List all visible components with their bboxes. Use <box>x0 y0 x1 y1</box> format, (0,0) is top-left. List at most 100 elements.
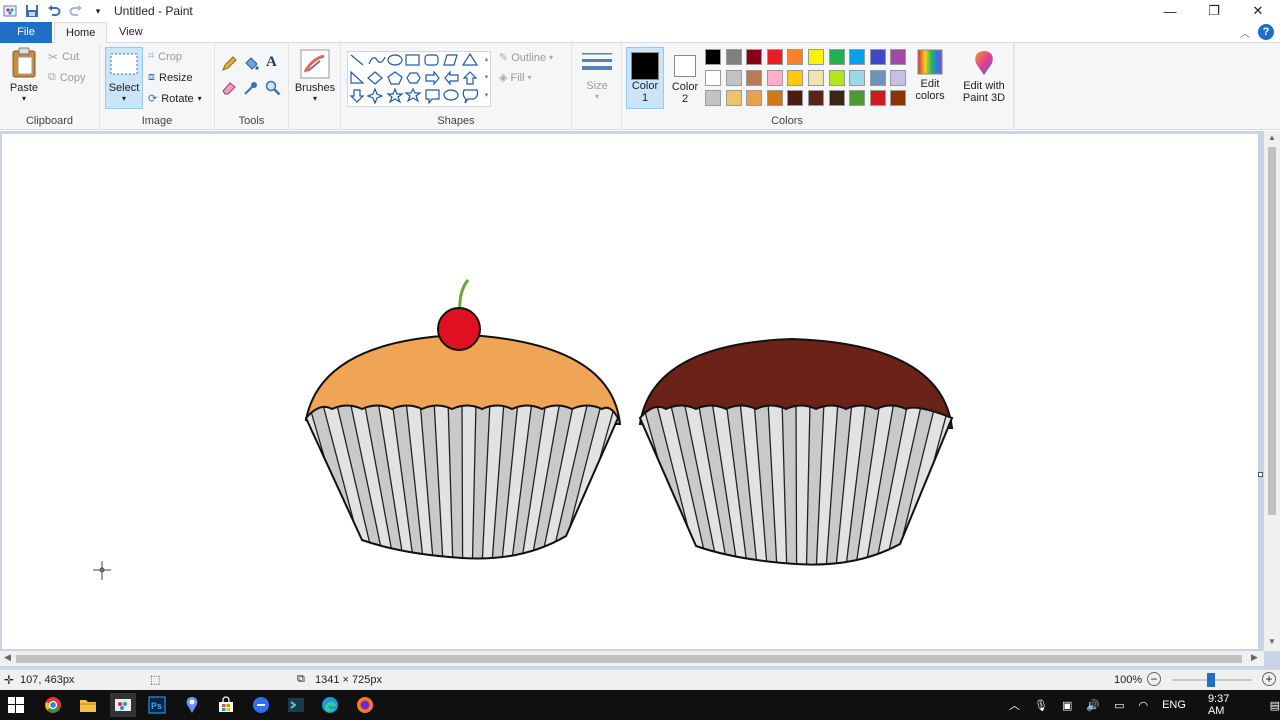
notifications-icon[interactable]: ▤ <box>1270 699 1280 712</box>
customize-qat-icon[interactable]: ▾ <box>90 3 106 19</box>
palette-swatch[interactable] <box>849 49 866 65</box>
palette-swatch[interactable] <box>808 90 824 106</box>
palette-swatch[interactable] <box>787 69 804 86</box>
palette-swatch[interactable] <box>766 69 783 86</box>
paste-button[interactable]: Paste ▾ <box>6 47 42 105</box>
palette-swatch[interactable] <box>705 69 721 86</box>
scroll-right-icon[interactable]: ▶ <box>1251 652 1258 663</box>
palette-swatch[interactable] <box>828 90 845 106</box>
tab-view[interactable]: View <box>108 22 154 44</box>
palette-swatch[interactable] <box>705 49 721 65</box>
palette-swatch[interactable] <box>869 49 886 65</box>
color-picker-icon[interactable] <box>243 80 259 96</box>
scroll-left-icon[interactable]: ◀ <box>4 652 11 663</box>
color1-button[interactable]: Color 1 <box>626 47 664 109</box>
battery-icon[interactable]: ▭ <box>1114 699 1124 712</box>
palette-swatch[interactable] <box>808 69 824 86</box>
palette-swatch[interactable] <box>890 90 907 106</box>
eraser-icon[interactable] <box>221 80 237 96</box>
drawing-canvas[interactable] <box>2 134 1263 649</box>
chrome-icon[interactable] <box>41 693 65 717</box>
terminal-icon[interactable] <box>284 693 308 717</box>
select-button[interactable]: Select ▾ <box>105 47 143 109</box>
horizontal-scroll-thumb[interactable] <box>16 655 1242 663</box>
palette-swatch[interactable] <box>766 49 783 65</box>
firefox-icon[interactable] <box>353 693 377 717</box>
shapes-scroll[interactable]: ▴ ▾ ▾ <box>482 51 491 107</box>
palette-swatch[interactable] <box>828 69 845 86</box>
brushes-button[interactable]: Brushes ▾ <box>293 49 337 103</box>
edit-with-paint3d-button[interactable]: Edit with Paint 3D <box>958 49 1010 104</box>
close-button[interactable]: ✕ <box>1236 0 1280 22</box>
resize-button[interactable]: ⧈ Resize <box>148 71 193 84</box>
outline-button[interactable]: ✎ Outline ▾ <box>499 51 553 65</box>
save-icon[interactable] <box>24 3 40 19</box>
vertical-scrollbar[interactable]: ▲ ▼ <box>1264 131 1280 651</box>
microphone-icon[interactable]: 🎙 <box>1034 699 1048 712</box>
color2-button[interactable]: Color 2 <box>666 47 704 109</box>
palette-swatch[interactable] <box>849 90 866 106</box>
cut-button[interactable]: ✂ Cut <box>48 50 79 64</box>
horizontal-scrollbar[interactable]: ◀ ▶ <box>0 651 1264 666</box>
palette-swatch[interactable] <box>746 69 763 86</box>
palette-swatch[interactable] <box>849 69 866 86</box>
maps-pin-icon[interactable] <box>180 693 204 717</box>
clock[interactable]: 9:37 AM <box>1208 693 1248 717</box>
file-explorer-icon[interactable] <box>76 693 100 717</box>
fill-button[interactable]: ◈ Fill ▾ <box>499 71 532 85</box>
photoshop-icon[interactable]: Ps <box>145 693 169 717</box>
paint-taskbar-icon[interactable] <box>110 693 136 717</box>
chat-app-icon[interactable] <box>249 693 273 717</box>
palette-swatch[interactable] <box>828 49 845 65</box>
store-icon[interactable] <box>214 693 238 717</box>
wifi-icon[interactable]: ◠ <box>1138 699 1148 712</box>
tab-file[interactable]: File <box>0 22 52 43</box>
paint-app-icon[interactable] <box>2 3 18 19</box>
restore-button[interactable]: ❐ <box>1192 0 1236 22</box>
pencil-icon[interactable] <box>221 56 237 72</box>
edge-icon[interactable] <box>318 693 342 717</box>
help-icon[interactable]: ? <box>1258 24 1274 40</box>
palette-swatch[interactable] <box>890 69 907 86</box>
rotate-button[interactable]: ⟳ Rotate ▾ <box>148 92 202 106</box>
undo-icon[interactable] <box>46 3 62 19</box>
zoom-in-button[interactable]: + <box>1262 672 1276 686</box>
tab-home[interactable]: Home <box>54 22 108 44</box>
palette-swatch[interactable] <box>869 90 886 106</box>
palette-swatch[interactable] <box>808 49 824 65</box>
magnifier-icon[interactable] <box>265 80 281 96</box>
palette-swatch[interactable] <box>725 49 742 65</box>
palette-swatch[interactable] <box>725 69 742 86</box>
redo-icon[interactable] <box>68 3 84 19</box>
crop-button[interactable]: ⌗ Crop <box>148 50 182 63</box>
meet-now-icon[interactable]: ▣ <box>1062 699 1072 712</box>
start-windows-icon[interactable] <box>4 693 28 717</box>
palette-swatch[interactable] <box>869 69 886 86</box>
palette-swatch[interactable] <box>787 49 804 65</box>
fill-bucket-icon[interactable] <box>243 56 259 72</box>
volume-icon[interactable]: 🔊 <box>1086 699 1100 712</box>
text-icon[interactable]: A <box>266 54 277 71</box>
show-hidden-icons-icon[interactable]: ︿ <box>1009 697 1020 713</box>
palette-swatch[interactable] <box>890 49 907 65</box>
language-indicator[interactable]: ENG <box>1162 699 1186 711</box>
minimize-button[interactable]: — <box>1148 0 1192 22</box>
collapse-ribbon-icon[interactable]: ︿ <box>1240 25 1250 40</box>
palette-swatch[interactable] <box>766 90 783 106</box>
edit-colors-button[interactable]: Edit colors <box>912 49 948 102</box>
palette-swatch[interactable] <box>705 90 721 106</box>
palette-swatch[interactable] <box>787 90 804 106</box>
scroll-down-icon[interactable]: ▼ <box>1268 637 1276 646</box>
palette-swatch[interactable] <box>746 49 763 65</box>
palette-swatch[interactable] <box>725 90 742 106</box>
zoom-out-button[interactable]: − <box>1147 672 1161 686</box>
palette-swatch[interactable] <box>746 90 763 106</box>
size-button[interactable]: Size ▾ <box>578 51 616 101</box>
shapes-gallery[interactable] <box>347 51 491 107</box>
vertical-scroll-thumb[interactable] <box>1268 147 1276 515</box>
canvas-resize-handle[interactable] <box>1258 472 1263 477</box>
zoom-slider-thumb[interactable] <box>1207 673 1215 687</box>
copy-button[interactable]: ⧉ Copy <box>48 71 86 84</box>
zoom-slider[interactable] <box>1172 673 1252 687</box>
scroll-up-icon[interactable]: ▲ <box>1268 133 1276 142</box>
